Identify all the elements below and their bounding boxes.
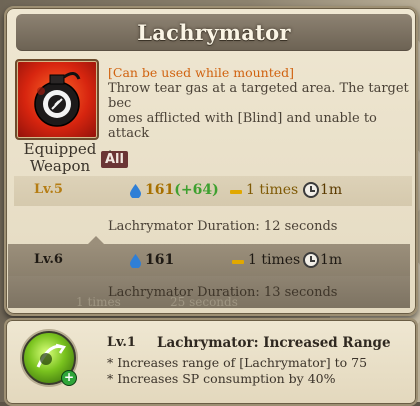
sp-value: 161 — [145, 182, 175, 198]
clock-icon — [303, 252, 319, 268]
title-bar: Lachrymator — [16, 14, 412, 51]
level-row-current: Lv.5 161(+64) 1 times 1m — [14, 176, 412, 206]
sp-value: 161 — [145, 252, 175, 268]
faded-uses-count: 1 times — [76, 295, 121, 309]
uses-icon — [230, 190, 242, 194]
uses-count: 1 times — [246, 182, 299, 198]
skill-title: Lachrymator — [137, 20, 291, 45]
duration-current: Lachrymator Duration: 12 seconds — [108, 219, 338, 234]
add-upgrade-icon[interactable]: + — [61, 370, 77, 386]
equipped-weapon-label: Equipped Weapon — [23, 140, 97, 175]
tear-gas-grenade-icon — [15, 59, 99, 140]
uses-icon — [232, 260, 244, 264]
clock-icon — [303, 182, 319, 198]
sp-bonus: (+64) — [174, 182, 219, 198]
sp-cost: 161(+64) — [145, 182, 219, 198]
uses-count: 1 times — [248, 252, 301, 268]
upgrade-level: Lv.1 — [107, 335, 136, 350]
sp-drop-icon — [130, 254, 141, 268]
upgrade-title: Lachrymator: Increased Range — [157, 335, 391, 351]
mounted-note: [Can be used while mounted] — [108, 65, 295, 80]
upgrade-effect-line: * Increases SP consumption by 40% — [107, 371, 336, 386]
upgrade-effect-line: * Increases range of [Lachrymator] to 75 — [107, 355, 368, 370]
cooldown: 1m — [320, 252, 343, 268]
cooldown: 1m — [320, 182, 343, 198]
faded-duration: 25 seconds — [170, 295, 238, 309]
sp-drop-icon — [130, 184, 141, 198]
level-row-next: Lv.6 161 1 times 1m — [14, 246, 412, 276]
level-label: Lv.6 — [34, 252, 63, 267]
level-label: Lv.5 — [34, 182, 63, 197]
skill-description: Throw tear gas at a targeted area. The t… — [108, 81, 409, 156]
